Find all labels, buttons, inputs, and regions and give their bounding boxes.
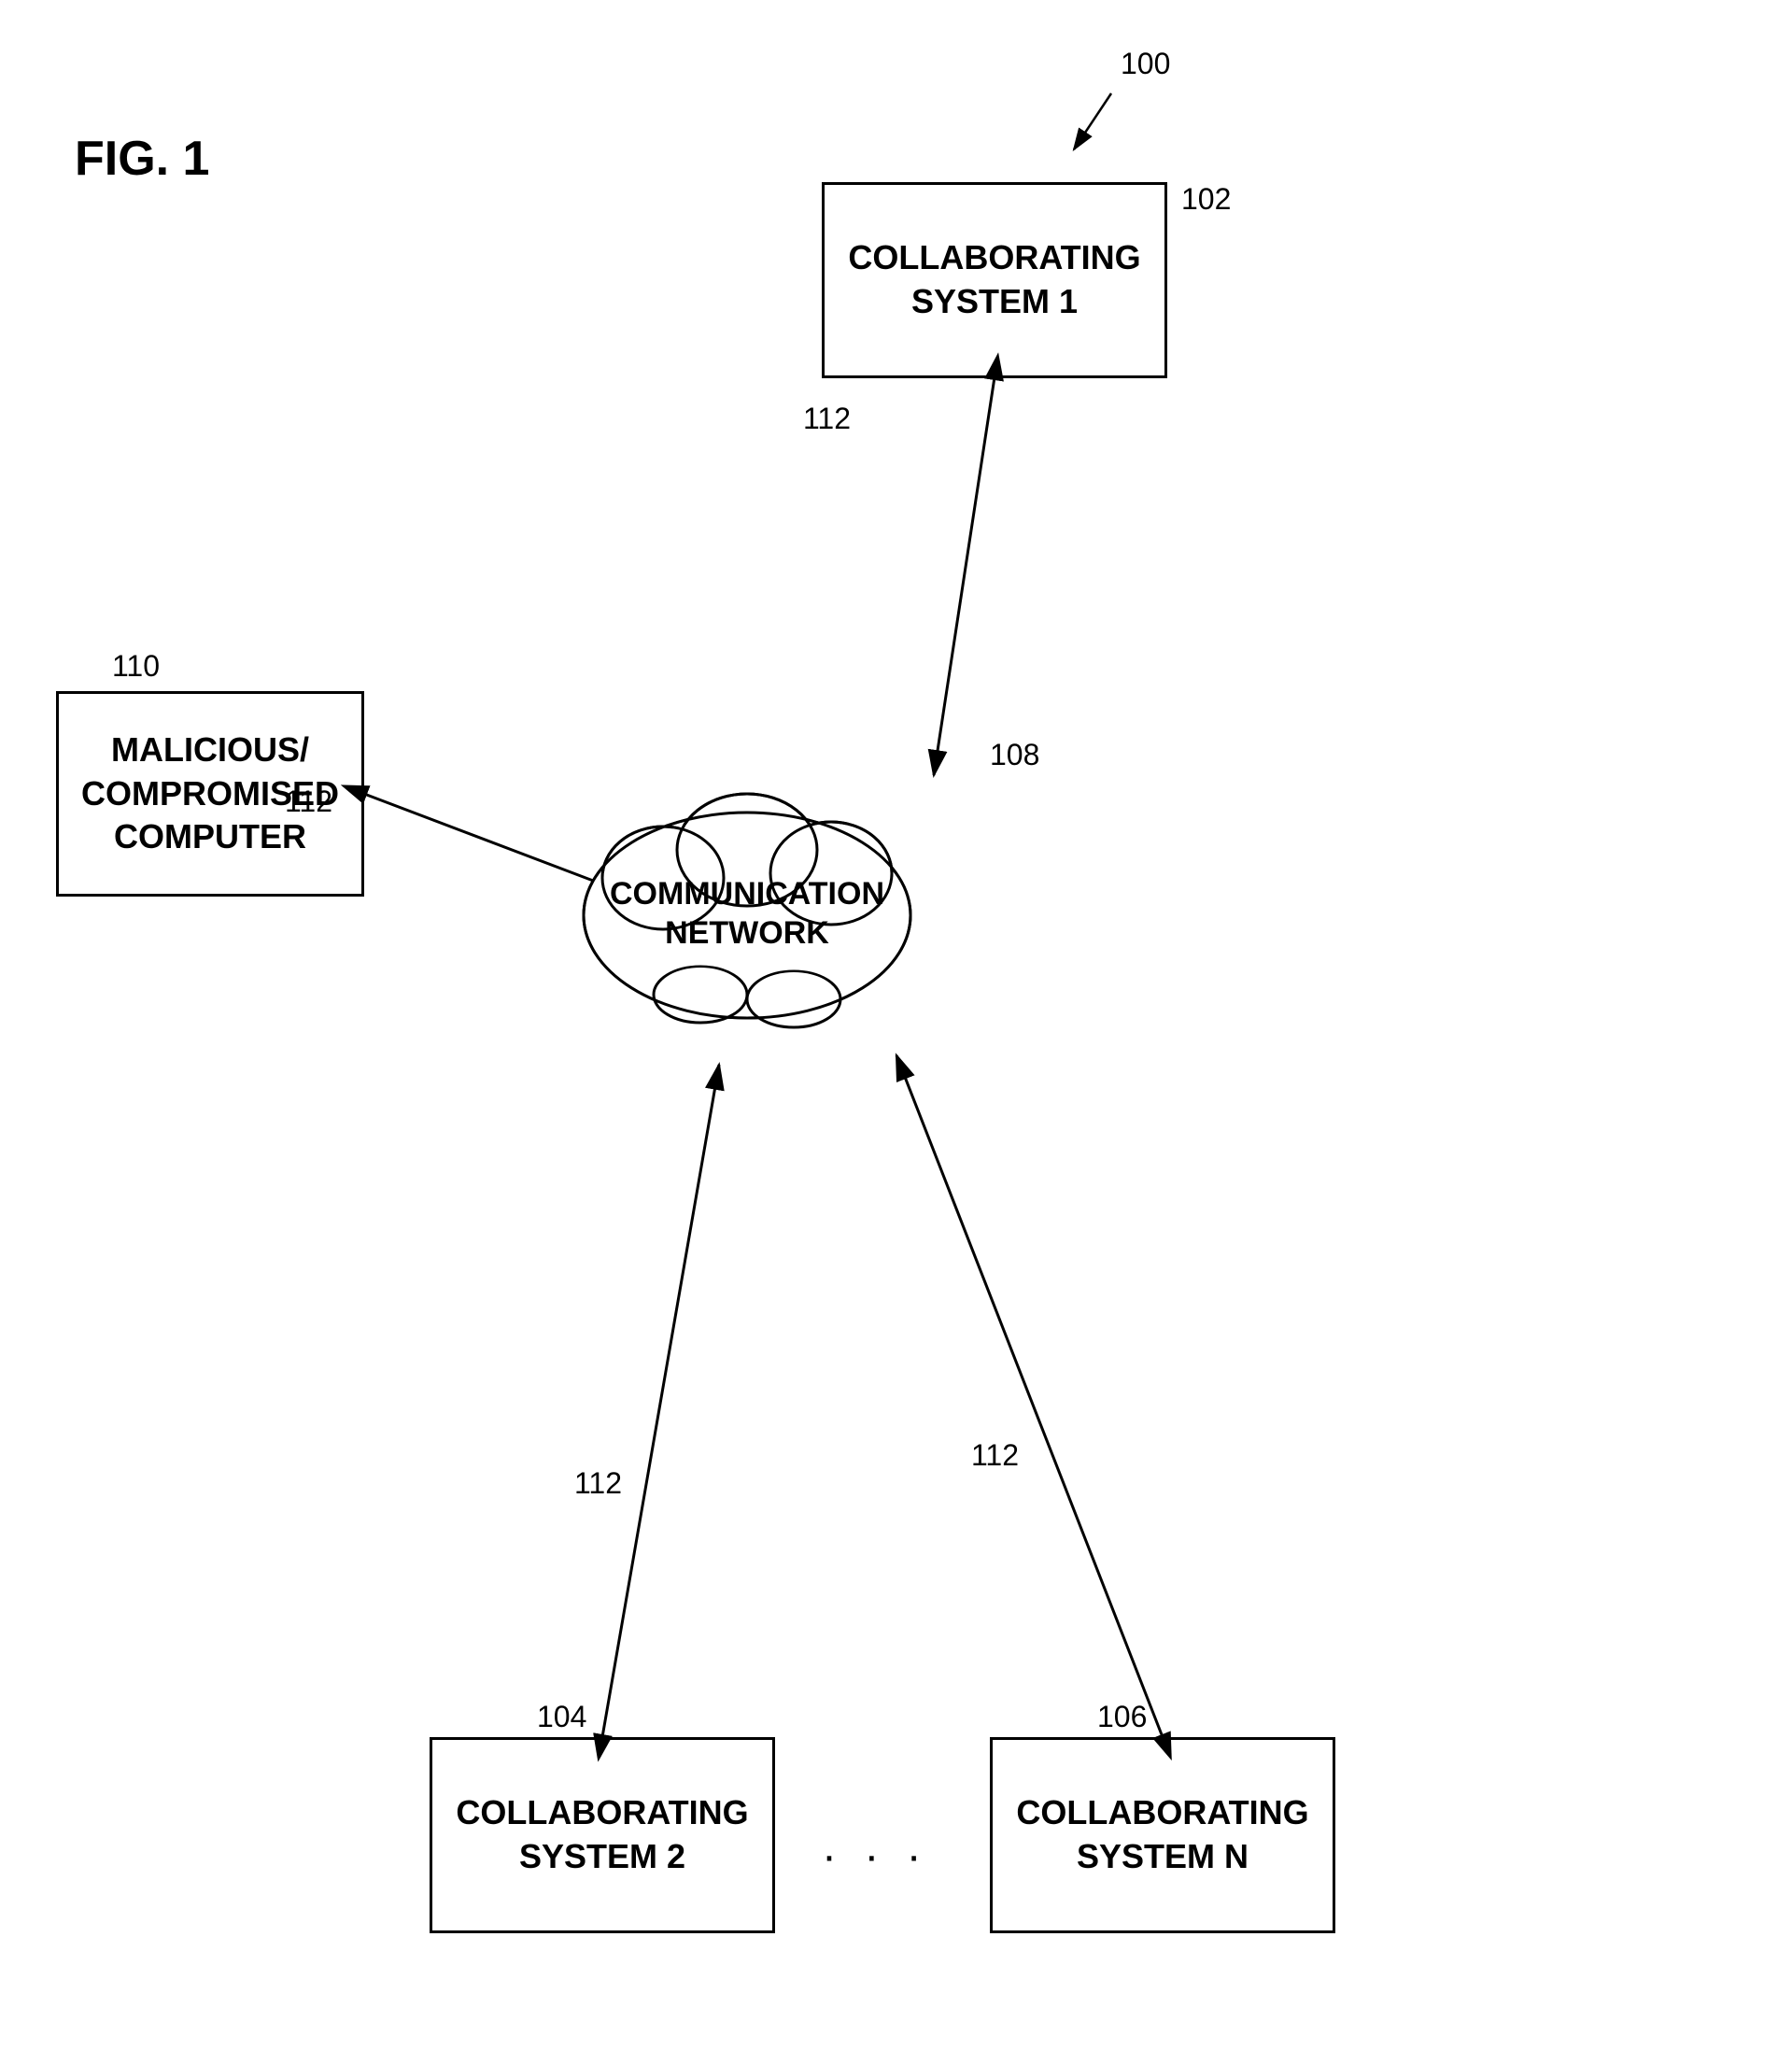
arrow-network-to-malicious — [364, 794, 635, 897]
ref-112-left: 112 — [285, 785, 332, 819]
ref-104: 104 — [537, 1700, 586, 1734]
ref-108: 108 — [990, 738, 1039, 772]
arrow-network-to-system2 — [602, 1065, 719, 1737]
collaborating-system-1-label: COLLABORATINGSYSTEM 1 — [848, 236, 1140, 324]
ref-112-bottom-right: 112 — [971, 1438, 1019, 1473]
collaborating-system-2-box: COLLABORATINGSYSTEM 2 — [430, 1737, 775, 1933]
arrow-network-to-systemn — [896, 1055, 1163, 1737]
figure-label: FIG. 1 — [75, 131, 209, 187]
collaborating-system-1-box: COLLABORATINGSYSTEM 1 — [822, 182, 1167, 378]
ref-110: 110 — [112, 649, 160, 684]
svg-text:NETWORK: NETWORK — [665, 915, 829, 951]
ref-100-arrow — [1074, 93, 1111, 149]
collaborating-system-2-label: COLLABORATINGSYSTEM 2 — [456, 1791, 748, 1879]
collaborating-system-n-box: COLLABORATINGSYSTEM N — [990, 1737, 1335, 1933]
ref-100: 100 — [1121, 47, 1170, 81]
ref-112-bottom-left: 112 — [574, 1466, 622, 1501]
communication-network-cloud: COMMUNICATION NETWORK — [584, 794, 910, 1027]
arrow-network-to-system1 — [934, 377, 995, 775]
ref-112-top: 112 — [803, 402, 851, 436]
collaborating-system-n-label: COLLABORATINGSYSTEM N — [1016, 1791, 1308, 1879]
svg-text:COMMUNICATION: COMMUNICATION — [610, 876, 884, 912]
ref-106: 106 — [1097, 1700, 1147, 1734]
dots: · · · — [822, 1831, 929, 1882]
ref-102: 102 — [1181, 182, 1231, 217]
